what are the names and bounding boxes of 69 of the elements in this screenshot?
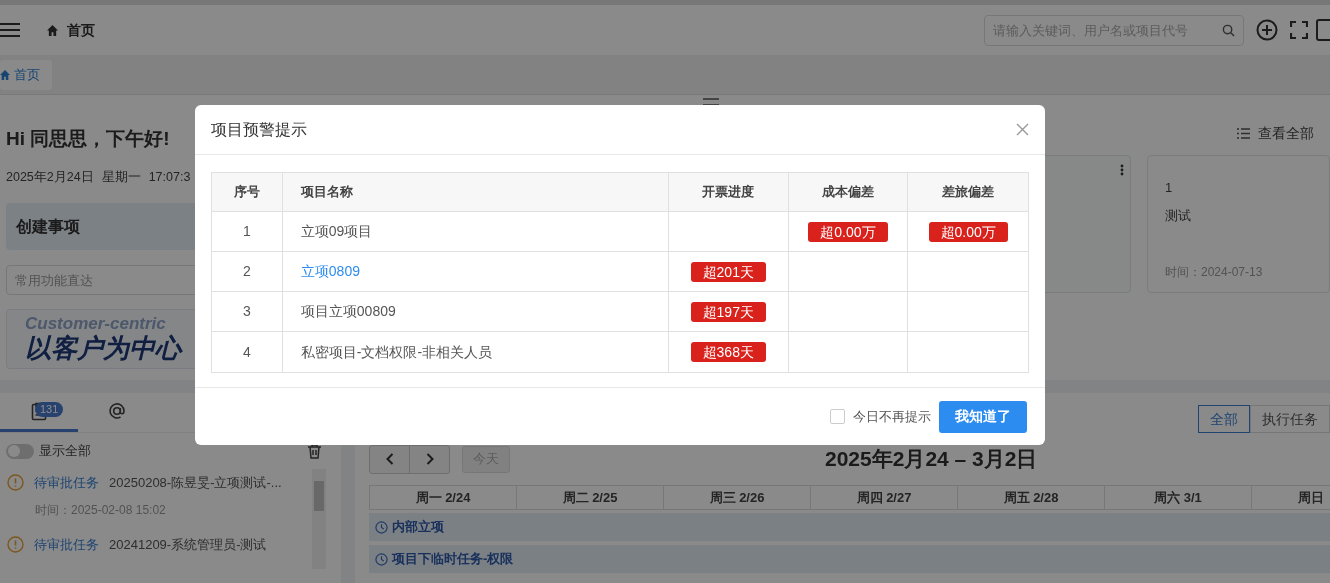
warning-tag: 超201天 [690,261,766,282]
tablet-icon[interactable] [1316,19,1330,41]
card-title: 测试 [1165,206,1192,225]
confirm-button[interactable]: 我知道了 [939,400,1027,433]
home-icon [0,69,10,80]
day-header: 周二 2/25 [517,486,664,510]
day-header: 周一 2/24 [370,486,517,510]
time-text: 17:07:3 [148,168,191,186]
menu-icon[interactable] [0,22,20,38]
column-header: 开票进度 [668,173,789,211]
warning-tag: 超368天 [690,342,766,362]
day-header: 周日 [1252,486,1330,510]
warning-icon [7,474,24,492]
project-name: 项目立项00809 [300,302,396,321]
warning-tag: 超0.00万 [808,221,888,242]
day-header: 周四 2/27 [811,486,958,510]
close-icon[interactable] [1016,123,1029,136]
task-title: 20250208-陈昱旻-立项测试-... [109,474,282,492]
column-header: 成本偏差 [788,173,909,211]
day-header: 周三 2/26 [664,486,811,510]
project-name: 私密项目-文档权限-非相关人员 [300,342,493,362]
task-type-link[interactable]: 待审批任务 [34,473,99,493]
drag-handle-icon[interactable] [703,98,719,106]
scrollbar[interactable] [312,469,326,569]
card-number: 1 [1165,179,1174,197]
filter-tab[interactable]: 执行任务 [1250,405,1330,433]
page-tab[interactable]: 首页 [0,59,52,90]
panel-tab[interactable]: 131 [0,393,78,433]
table-cell: 2 [212,252,283,291]
task-title: 20241209-系统管理员-测试 [109,536,267,554]
event-bar[interactable]: 项目下临时任务-权限 [369,545,1330,573]
date-text: 2025年2月24日 [6,168,94,186]
day-header: 周六 3/1 [1105,486,1252,510]
column-header: 差旅偏差 [941,183,996,202]
clock-icon [375,520,388,534]
dialog-title: 项目预警提示 [211,119,307,140]
search-icon[interactable] [1222,23,1235,37]
warning-tag: 超197天 [690,301,766,322]
column-header: 项目名称 [282,173,669,211]
clock-icon [375,552,388,566]
greeting-text: Hi 同思思，下午好! [6,127,170,151]
view-all-link[interactable]: 查看全部 [1237,123,1314,144]
fullscreen-icon[interactable] [1290,21,1308,39]
table-cell: 4 [212,332,283,372]
day-header: 周五 2/28 [958,486,1105,510]
table-cell: 1 [212,212,283,251]
more-icon[interactable] [1120,164,1124,176]
date-range-title: 2025年2月24 – 3月2日 [825,446,1038,473]
task-type-link[interactable]: 待审批任务 [34,535,99,555]
chevron-left-icon [385,453,394,465]
warning-icon [7,536,24,554]
table-cell: 3 [212,292,283,331]
show-all-toggle[interactable] [6,443,34,459]
dont-remind-checkbox[interactable] [830,409,845,424]
dont-remind-label: 今日不再提示 [853,407,931,426]
show-all-label: 显示全部 [39,442,91,461]
warning-tag: 超0.00万 [928,221,1008,242]
banner-title: 以客户为中心 [25,333,181,364]
list-icon [1237,128,1250,139]
breadcrumb-home[interactable]: 首页 [67,19,95,41]
chevron-right-icon [425,453,434,465]
filter-tab[interactable]: 全部 [1198,405,1250,433]
add-icon[interactable] [1256,19,1278,41]
count-badge: 131 [35,402,64,417]
home-icon [47,24,58,36]
at-sign-icon [108,402,126,421]
column-header: 序号 [212,173,283,211]
trash-icon[interactable] [308,443,321,459]
event-bar[interactable]: 内部立项 [369,513,1330,541]
